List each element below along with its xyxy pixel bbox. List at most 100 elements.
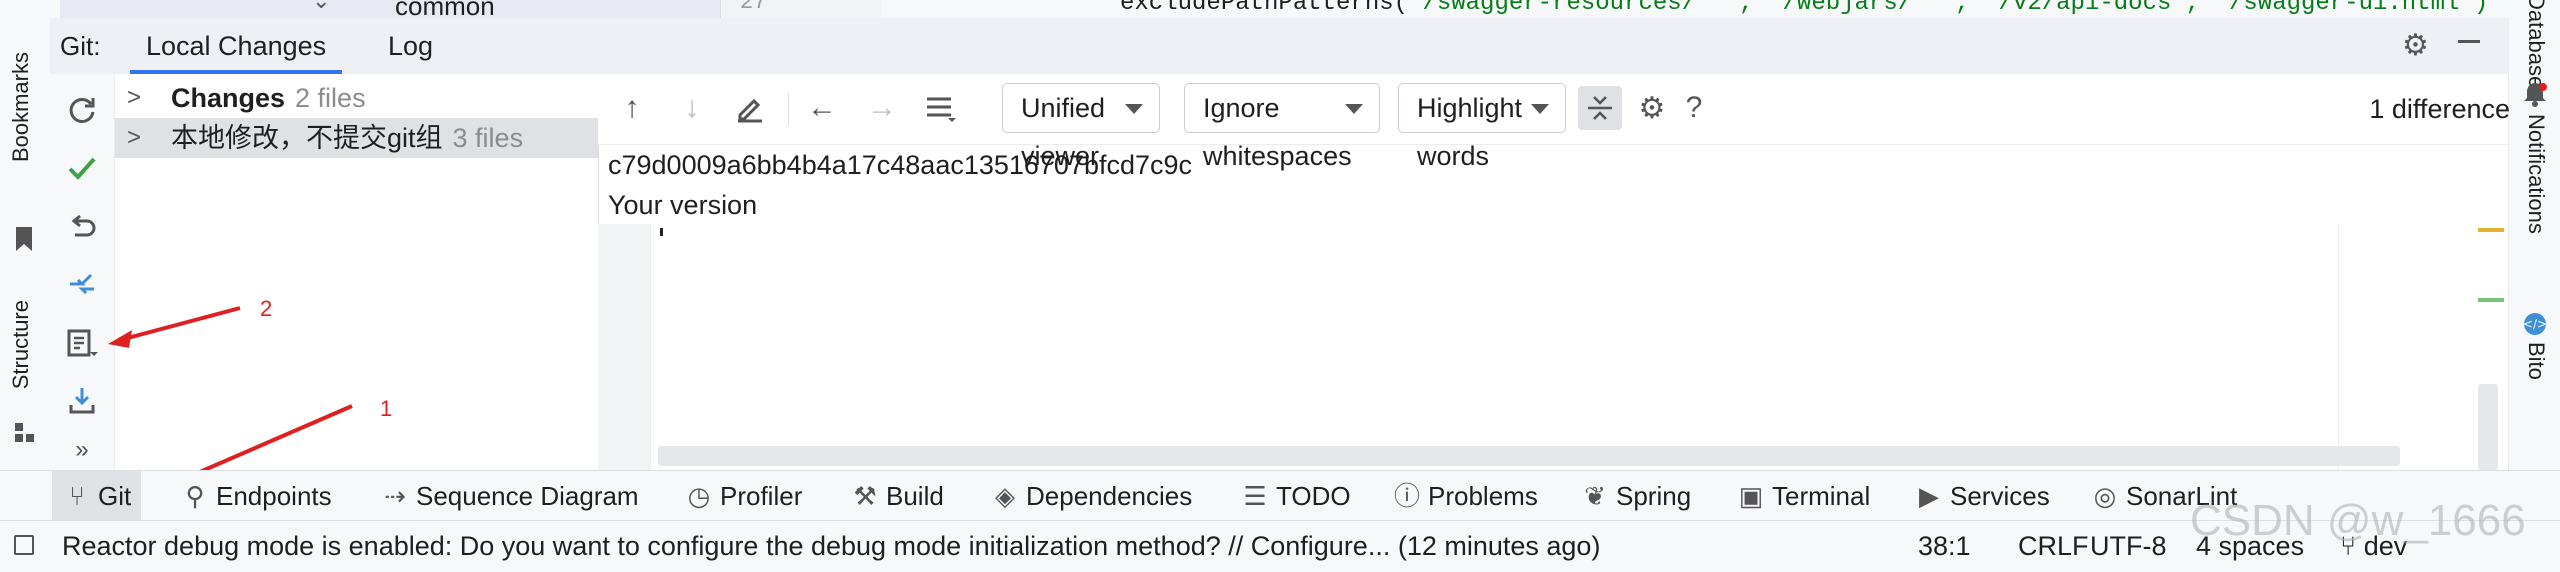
tool-tab-terminal[interactable]: ▣ Terminal — [1736, 471, 1871, 521]
rollback-button[interactable] — [62, 208, 102, 248]
chevron-right-icon[interactable]: > — [127, 78, 141, 118]
structure-tab[interactable]: Structure — [8, 300, 34, 389]
watermark: CSDN @w_1666 — [2190, 496, 2526, 545]
horizontal-scrollbar[interactable] — [658, 446, 2400, 466]
diff-settings-button[interactable]: ⚙ — [1632, 88, 1672, 128]
dependencies-icon: ◈ — [995, 481, 1015, 511]
gear-icon[interactable]: ⚙ — [2402, 28, 2429, 63]
bookmarks-tab[interactable]: Bookmarks — [8, 52, 34, 162]
git-branch-icon: ⑂ — [69, 481, 85, 511]
viewer-dropdown[interactable]: Unified viewer — [1002, 83, 1160, 171]
next-difference-button[interactable]: ↓ — [672, 88, 712, 128]
tool-tab-services[interactable]: ▶ Services — [1914, 471, 2050, 521]
terminal-icon: ▣ — [1738, 481, 1764, 511]
problems-icon: ⓘ — [1393, 481, 1420, 511]
tab-local-changes[interactable]: Local Changes — [130, 18, 343, 74]
commit-button[interactable] — [62, 148, 102, 188]
arrow-left-icon: ← — [807, 91, 837, 124]
chevron-down-icon[interactable]: ⌄ — [312, 0, 330, 14]
minimize-icon[interactable] — [2458, 40, 2480, 43]
edit-source-button[interactable] — [730, 88, 770, 128]
file-list-button[interactable] — [920, 88, 960, 128]
undo-icon — [71, 214, 96, 237]
file-encoding[interactable]: UTF-8 — [2090, 531, 2167, 562]
file-count: 2 files — [295, 83, 366, 113]
vertical-scrollbar[interactable] — [2478, 384, 2498, 470]
tool-window-bar: ⑂ Git ⚲ Endpoints ⇢ Sequence Diagram ◷ Profi… — [0, 470, 2560, 521]
next-file-button[interactable]: → — [862, 88, 902, 128]
line-number: 27 — [740, 0, 767, 15]
services-play-icon: ▶ — [1919, 481, 1939, 511]
tool-tab-todo[interactable]: ☰ TODO — [1240, 471, 1350, 521]
tab-log[interactable]: Log — [372, 18, 449, 74]
file-count: 3 files — [452, 123, 524, 153]
bito-icon: </> — [2523, 313, 2547, 335]
changelist-label: 本地修改，不提交git组 — [171, 123, 443, 153]
whitespace-dropdown[interactable]: Ignore whitespaces — [1184, 83, 1380, 171]
database-tab[interactable]: Database — [2523, 0, 2549, 88]
arrow-down-icon: ↓ — [684, 91, 700, 124]
collapse-icon — [1588, 96, 1612, 120]
refresh-icon — [69, 97, 95, 123]
toggle-tool-windows-icon[interactable] — [14, 535, 34, 555]
changelist-menu-button[interactable] — [62, 324, 102, 364]
arrow-up-icon: ↑ — [624, 91, 640, 124]
diff-toolbar: ↑ ↓ ← → Unified viewer Ignore whitespace… — [598, 74, 2510, 171]
changes-tree: > Changes 2 files > 本地修改，不提交git组 3 files — [115, 74, 599, 470]
spring-leaf-icon: ❦ — [1584, 481, 1606, 511]
highlight-dropdown[interactable]: Highlight words — [1398, 83, 1566, 171]
structure-icon — [15, 423, 34, 442]
status-message[interactable]: Reactor debug mode is enabled: Do you wa… — [62, 531, 1600, 562]
more-actions-icon[interactable]: » — [62, 430, 102, 470]
diff-editor[interactable] — [598, 224, 2508, 470]
changelist-row[interactable]: > Changes 2 files — [115, 78, 598, 118]
help-label: ? — [1685, 91, 1703, 124]
tool-tab-build[interactable]: ⚒ Build — [850, 471, 943, 521]
caret-position[interactable]: 38:1 — [1918, 531, 1971, 562]
chevron-right-icon[interactable]: > — [127, 118, 141, 158]
bookmark-icon — [16, 227, 32, 251]
annotation-label-1: 1 — [380, 396, 393, 421]
difference-count: 1 difference — [2369, 94, 2510, 124]
tool-tab-spring[interactable]: ❦ Spring — [1580, 471, 1691, 521]
changelist-row[interactable]: > 本地修改，不提交git组 3 files — [115, 118, 598, 158]
download-icon — [69, 388, 95, 414]
right-tool-stripe: Database Notifications </> Bito — [2508, 0, 2560, 470]
list-icon: ☰ — [1243, 481, 1267, 511]
highlight-value: Highlight words — [1417, 93, 1523, 171]
tool-tab-sequence-diagram[interactable]: ⇢ Sequence Diagram — [380, 471, 638, 521]
editor-gutter — [598, 224, 651, 470]
arrow-right-icon: → — [867, 91, 897, 124]
refresh-button[interactable] — [62, 90, 102, 130]
show-diff-button[interactable] — [62, 266, 102, 306]
chevron-down-icon — [1345, 104, 1363, 114]
hammer-icon: ⚒ — [853, 481, 877, 511]
tool-tab-endpoints[interactable]: ⚲ Endpoints — [180, 471, 331, 521]
help-button[interactable]: ? — [1674, 88, 1714, 128]
previous-file-button[interactable]: ← — [802, 88, 842, 128]
right-gutter — [2338, 224, 2391, 470]
annotation-label-2: 2 — [260, 296, 273, 321]
tool-tab-profiler[interactable]: ◷ Profiler — [684, 471, 803, 521]
changes-action-toolbar: » — [50, 74, 115, 470]
project-tree-item[interactable]: common — [395, 0, 495, 18]
project-tree-strip — [60, 0, 720, 18]
collapse-unchanged-button[interactable] — [1578, 86, 1622, 130]
previous-difference-button[interactable]: ↑ — [612, 88, 652, 128]
tool-tab-git[interactable]: ⑂ Git — [52, 471, 142, 521]
tool-tab-problems[interactable]: ⓘ Problems — [1392, 471, 1538, 521]
bell-icon — [2524, 83, 2547, 107]
change-marker[interactable] — [2478, 298, 2504, 302]
notifications-tab[interactable]: Notifications — [2523, 114, 2549, 234]
version-label: Your version — [608, 190, 758, 220]
editor-top-strip: ⌄ common 27 excludePathPatterns("/swagge… — [0, 0, 2560, 19]
change-marker[interactable] — [2478, 228, 2504, 232]
bito-tab[interactable]: Bito — [2523, 342, 2549, 380]
tool-tab-dependencies[interactable]: ◈ Dependencies — [990, 471, 1192, 521]
chevron-down-icon — [1531, 104, 1549, 114]
line-separator[interactable]: CRLF — [2018, 531, 2089, 562]
tool-window-title: Git: — [60, 31, 101, 61]
whitespace-value: Ignore whitespaces — [1203, 93, 1352, 171]
shelve-button[interactable] — [62, 380, 102, 420]
sonarlint-icon: ◎ — [2093, 481, 2117, 511]
